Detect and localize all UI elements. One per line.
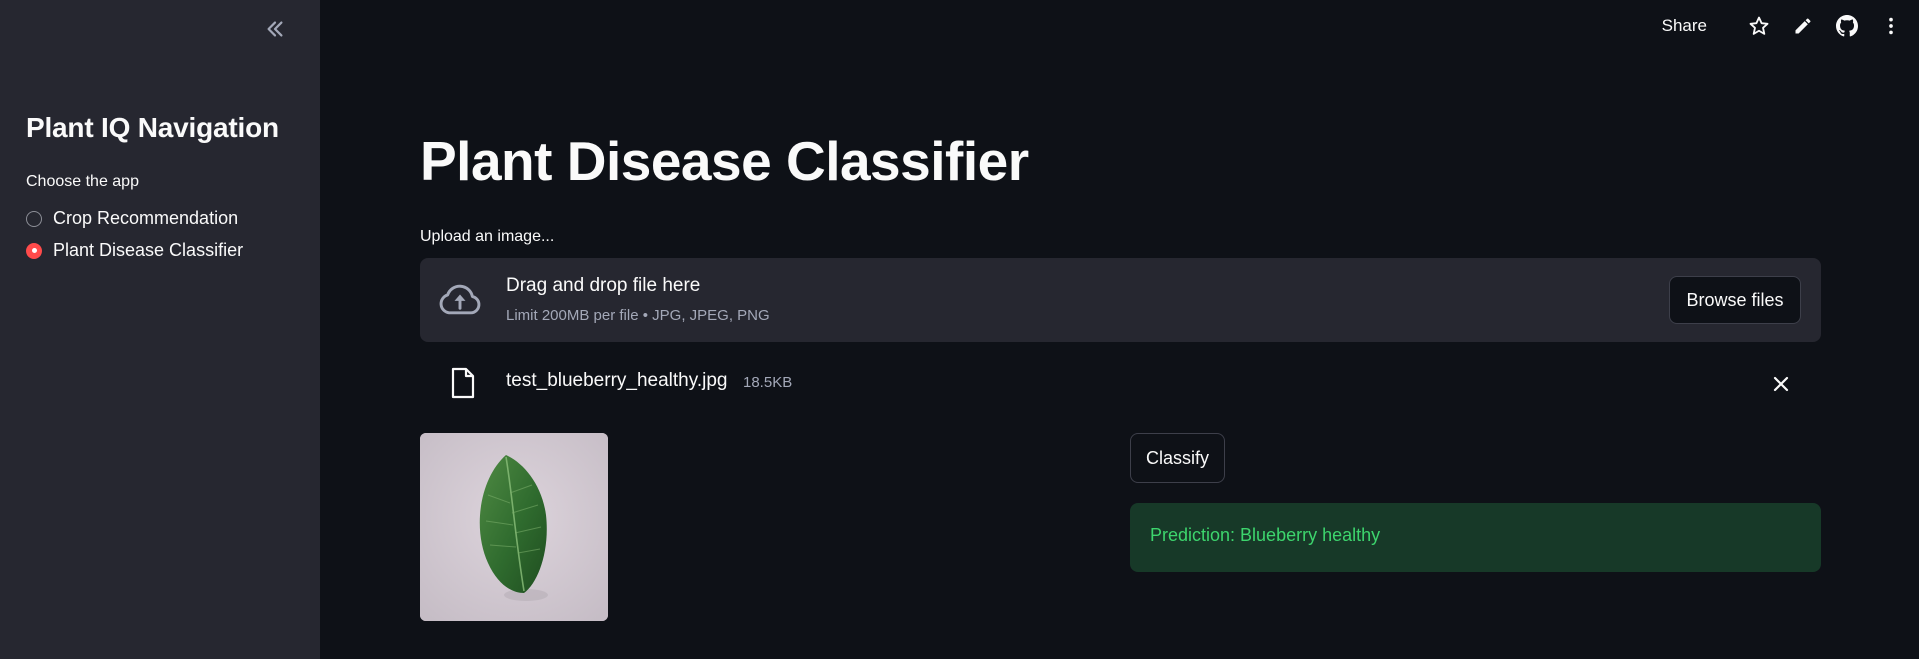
file-icon	[451, 367, 475, 399]
uploaded-file-name: test_blueberry_healthy.jpg	[506, 370, 728, 391]
dropzone-limit-text: Limit 200MB per file • JPG, JPEG, PNG	[506, 307, 770, 324]
page-title: Plant Disease Classifier	[420, 130, 1029, 192]
radio-option-label: Plant Disease Classifier	[53, 240, 244, 260]
upload-label: Upload an image...	[420, 228, 555, 245]
share-button[interactable]: Share	[1662, 16, 1707, 36]
dropzone-instructions: Drag and drop file here	[506, 275, 701, 296]
file-dropzone[interactable]: Drag and drop file here Limit 200MB per …	[420, 258, 1821, 342]
edit-icon[interactable]	[1791, 14, 1815, 38]
radio-selected-icon	[26, 242, 42, 259]
uploaded-leaf-image	[420, 433, 608, 621]
browse-files-button[interactable]: Browse files	[1669, 276, 1801, 324]
radio-option-crop-recommendation[interactable]: Crop Recommendation	[26, 208, 238, 229]
cloud-upload-icon	[439, 284, 481, 315]
radio-option-plant-disease-classifier[interactable]: Plant Disease Classifier	[26, 240, 243, 261]
more-vertical-icon[interactable]	[1879, 14, 1903, 38]
classify-button[interactable]: Classify	[1130, 433, 1225, 483]
radio-option-label: Crop Recommendation	[53, 208, 239, 228]
sidebar-title: Plant IQ Navigation	[26, 112, 279, 143]
radio-group-label: Choose the app	[26, 173, 139, 190]
header-actions: Share	[1662, 14, 1903, 38]
uploaded-file-row: test_blueberry_healthy.jpg 18.5KB	[420, 362, 1821, 406]
github-icon[interactable]	[1835, 14, 1859, 38]
radio-unselected-icon	[26, 210, 42, 227]
prediction-success-alert: Prediction: Blueberry healthy	[1130, 503, 1821, 572]
collapse-sidebar-button[interactable]	[262, 16, 288, 42]
close-icon[interactable]	[1771, 374, 1791, 394]
double-chevron-left-icon	[267, 21, 283, 37]
star-icon[interactable]	[1747, 14, 1771, 38]
sidebar: Plant IQ Navigation Choose the app Crop …	[0, 0, 320, 659]
uploaded-file-size: 18.5KB	[743, 374, 793, 391]
